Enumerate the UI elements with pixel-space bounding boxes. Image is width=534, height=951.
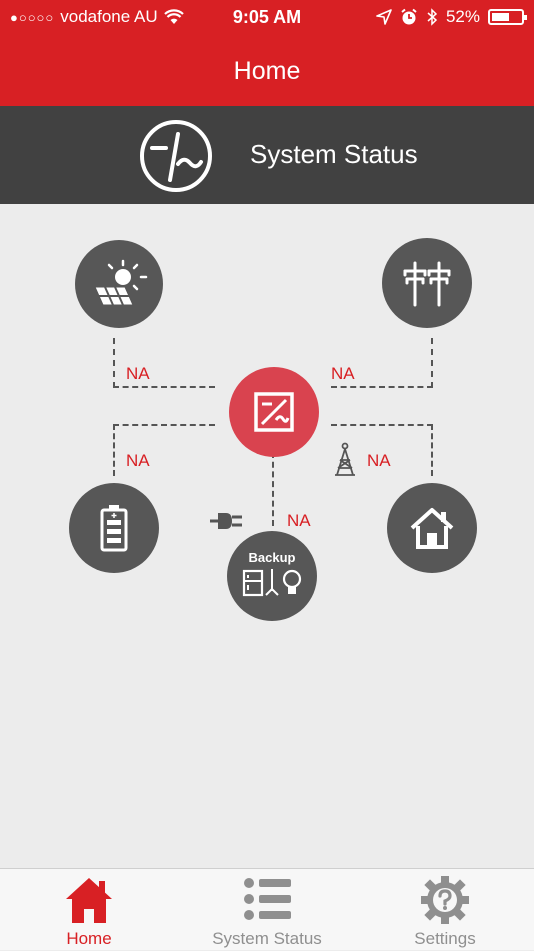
page-title: Home bbox=[233, 57, 301, 85]
load-node[interactable] bbox=[387, 483, 477, 573]
grid-node[interactable] bbox=[382, 238, 472, 328]
system-status-header: System Status bbox=[0, 106, 534, 204]
battery-icon bbox=[488, 9, 527, 25]
power-pylon-icon bbox=[403, 261, 451, 307]
grid-value: NA bbox=[331, 364, 355, 383]
status-bar: ●○○○○ vodafone AU 9:05 AM 52% bbox=[0, 0, 534, 38]
load-value: NA bbox=[367, 451, 391, 470]
tab-settings-label: Settings bbox=[414, 929, 476, 948]
gear-question-icon bbox=[421, 876, 469, 924]
tab-bar: Home System Status Settings bbox=[0, 868, 534, 950]
inverter-node[interactable] bbox=[229, 367, 319, 457]
plug-icon bbox=[210, 513, 242, 529]
tab-home-label: Home bbox=[66, 929, 112, 948]
backup-label: Backup bbox=[248, 549, 296, 565]
battery-percent: 52% bbox=[445, 7, 480, 26]
nav-bar: Home bbox=[0, 38, 534, 106]
tab-system-status[interactable]: System Status bbox=[178, 869, 356, 951]
solar-node[interactable] bbox=[75, 240, 163, 328]
tab-home[interactable]: Home bbox=[0, 869, 178, 951]
alarm-clock-icon bbox=[401, 8, 417, 25]
backup-connector bbox=[272, 452, 274, 526]
home-icon bbox=[66, 878, 112, 923]
solar-value: NA bbox=[126, 364, 150, 383]
house-icon bbox=[410, 508, 454, 549]
location-arrow-icon bbox=[376, 9, 392, 25]
backup-value: NA bbox=[287, 511, 311, 530]
header-title: System Status bbox=[250, 139, 418, 169]
backup-node[interactable]: Backup bbox=[227, 531, 317, 621]
battery-node[interactable] bbox=[69, 483, 159, 573]
list-icon bbox=[244, 878, 291, 920]
transmission-tower-icon bbox=[335, 442, 355, 476]
solar-panel-icon bbox=[94, 259, 148, 306]
tab-settings[interactable]: Settings bbox=[356, 869, 534, 951]
bluetooth-icon bbox=[427, 8, 438, 26]
battery-value: NA bbox=[126, 451, 150, 470]
brand-logo-icon bbox=[140, 120, 212, 192]
inverter-icon bbox=[254, 392, 294, 432]
backup-appliances-icon bbox=[242, 568, 302, 596]
battery-storage-icon bbox=[100, 505, 128, 552]
energy-flow-diagram: NA NA NA NA NA Backup bbox=[0, 204, 534, 868]
tab-system-status-label: System Status bbox=[212, 929, 322, 948]
